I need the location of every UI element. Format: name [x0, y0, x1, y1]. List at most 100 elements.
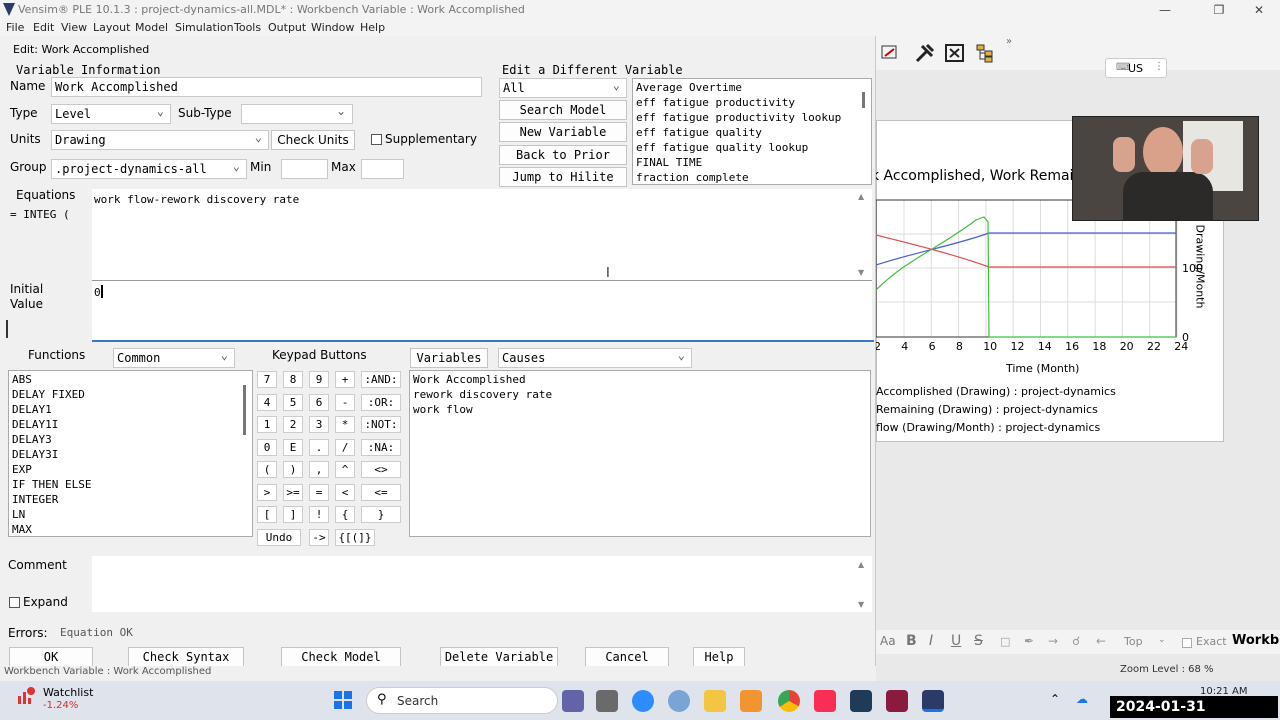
keypad-key[interactable]: = [309, 483, 329, 501]
list-item[interactable]: IF THEN ELSE [9, 477, 252, 492]
expand-checkbox[interactable] [9, 597, 20, 608]
keypad-key[interactable]: ) [283, 461, 303, 478]
app-orange-icon[interactable] [740, 690, 762, 712]
keypad-key[interactable]: 1 [257, 416, 277, 433]
ok-button[interactable]: OK [9, 647, 93, 667]
menu-window[interactable]: Window [311, 21, 354, 34]
list-item[interactable]: eff fatigue productivity lookup [633, 110, 871, 125]
min-input[interactable] [281, 159, 328, 179]
list-item[interactable]: DELAY1 [9, 402, 252, 417]
keypad-key[interactable]: } [361, 506, 401, 523]
close-box-icon[interactable] [944, 42, 966, 64]
initial-value-input[interactable]: 0 [92, 281, 872, 340]
back-prior-edit-button[interactable]: Back to Prior Edit [499, 145, 627, 180]
menu-layout[interactable]: Layout [93, 21, 130, 34]
keypad-key[interactable]: 3 [309, 416, 329, 433]
delete-variable-button[interactable]: Delete Variable [440, 647, 558, 667]
list-item[interactable]: MAX [9, 522, 252, 536]
keypad-key[interactable]: , [309, 461, 329, 478]
keypad-key[interactable]: ^ [335, 461, 355, 478]
hierarchy-icon[interactable] [974, 42, 996, 64]
list-item[interactable]: EXP [9, 462, 252, 477]
minimize-button[interactable]: — [1142, 0, 1188, 20]
keypad-key[interactable]: 2 [283, 416, 303, 433]
help-button[interactable]: Help [693, 647, 745, 667]
keypad-key[interactable]: ! [309, 506, 329, 523]
strike-button[interactable]: S [974, 633, 983, 649]
vensim-active-icon[interactable] [922, 690, 944, 712]
list-item[interactable]: DELAY3 [9, 432, 252, 447]
folder-icon[interactable] [704, 690, 726, 712]
name-input[interactable]: Work Accomplished [51, 77, 482, 97]
keypad-key[interactable]: 8 [283, 371, 303, 388]
menu-edit[interactable]: Edit [33, 21, 54, 34]
jump-hilite-button[interactable]: Jump to Hilite [499, 167, 627, 187]
new-variable-button[interactable]: New Variable [499, 122, 627, 142]
music-icon[interactable] [814, 690, 836, 712]
list-item[interactable]: fraction complete [633, 170, 871, 184]
menu-simulation[interactable]: Simulation [175, 21, 234, 34]
comment-input[interactable] [92, 556, 872, 612]
app-dark-icon[interactable] [850, 690, 872, 712]
exact-checkbox[interactable] [1182, 637, 1192, 651]
keypad-key[interactable]: ( [257, 461, 277, 478]
font-size-button[interactable]: Aa [880, 634, 896, 648]
variables-button[interactable]: Variables [410, 348, 488, 368]
italic-button[interactable]: I [929, 633, 933, 649]
max-input[interactable] [361, 159, 404, 179]
functions-list[interactable]: ABS DELAY FIXED DELAY1 DELAY1I DELAY3 DE… [8, 370, 253, 537]
scroll-up-icon[interactable]: ▲ [858, 192, 864, 201]
list-item[interactable]: Average Overtime [633, 80, 871, 95]
keypad-key[interactable]: 5 [283, 393, 303, 411]
vensim-red-icon[interactable] [886, 690, 908, 712]
list-item[interactable]: FINAL TIME [633, 155, 871, 170]
keypad-key[interactable]: ] [283, 506, 303, 523]
align-dropdown[interactable]: Top [1124, 635, 1143, 648]
list-item[interactable]: Work Accomplished [410, 372, 870, 387]
functions-filter-select[interactable]: Common [113, 346, 235, 368]
variable-list[interactable]: Average Overtime eff fatigue productivit… [632, 78, 872, 185]
keypad-key[interactable]: 9 [309, 371, 329, 388]
list-item[interactable]: DELAY FIXED [9, 387, 252, 402]
keypad-key[interactable]: -> [309, 528, 329, 546]
keypad-key[interactable]: - [335, 393, 355, 411]
list-item[interactable]: DELAY3I [9, 447, 252, 462]
close-button[interactable]: ✕ [1236, 0, 1280, 20]
variable-filter-select[interactable]: All [499, 76, 627, 98]
keypad-key[interactable]: :AND: [361, 371, 401, 388]
list-item[interactable]: rework discovery rate [410, 387, 870, 402]
tools-icon[interactable] [914, 42, 936, 64]
units-input[interactable]: Drawing [51, 128, 269, 150]
keypad-key[interactable]: < [335, 483, 355, 501]
subtype-select[interactable] [241, 102, 353, 124]
type-select[interactable]: Level [51, 102, 171, 124]
zoom-icon[interactable] [632, 690, 654, 712]
menu-help[interactable]: Help [360, 21, 385, 34]
link-icon[interactable]: ☌ [1072, 634, 1080, 648]
watchlist-label[interactable]: Watchlist [43, 686, 93, 699]
keypad-key[interactable]: E [283, 438, 303, 456]
variable-list-scrollbar[interactable] [862, 92, 865, 108]
equation-editor[interactable]: work flow-rework discovery rate [92, 189, 872, 280]
keypad-key[interactable]: :NA: [361, 438, 401, 456]
arrow-icon[interactable]: ← [1096, 634, 1106, 648]
locale-indicator[interactable]: ⌨ US ⋮ [1105, 58, 1167, 78]
list-item[interactable]: eff fatigue quality lookup [633, 140, 871, 155]
supplementary-checkbox[interactable] [371, 134, 382, 145]
functions-scrollbar[interactable] [243, 385, 246, 435]
start-icon[interactable] [333, 690, 353, 710]
comment-scroll-down-icon[interactable]: ▼ [858, 600, 864, 609]
taskbar-search[interactable]: ⚲ Search [366, 687, 558, 714]
r-icon[interactable] [668, 690, 690, 712]
chrome-icon[interactable] [778, 690, 800, 712]
keypad-key[interactable]: >= [283, 483, 303, 501]
causes-select[interactable]: Causes [498, 346, 692, 368]
menu-output[interactable]: Output [268, 21, 306, 34]
splitter-handle[interactable] [6, 320, 8, 338]
check-model-button[interactable]: Check Model [281, 647, 401, 667]
list-item[interactable]: LN [9, 507, 252, 522]
line-icon[interactable]: → [1048, 634, 1058, 648]
cancel-button[interactable]: Cancel [585, 647, 669, 667]
tray-chevron-icon[interactable]: ⌃ [1050, 692, 1060, 706]
check-syntax-button[interactable]: Check Syntax [128, 647, 244, 667]
